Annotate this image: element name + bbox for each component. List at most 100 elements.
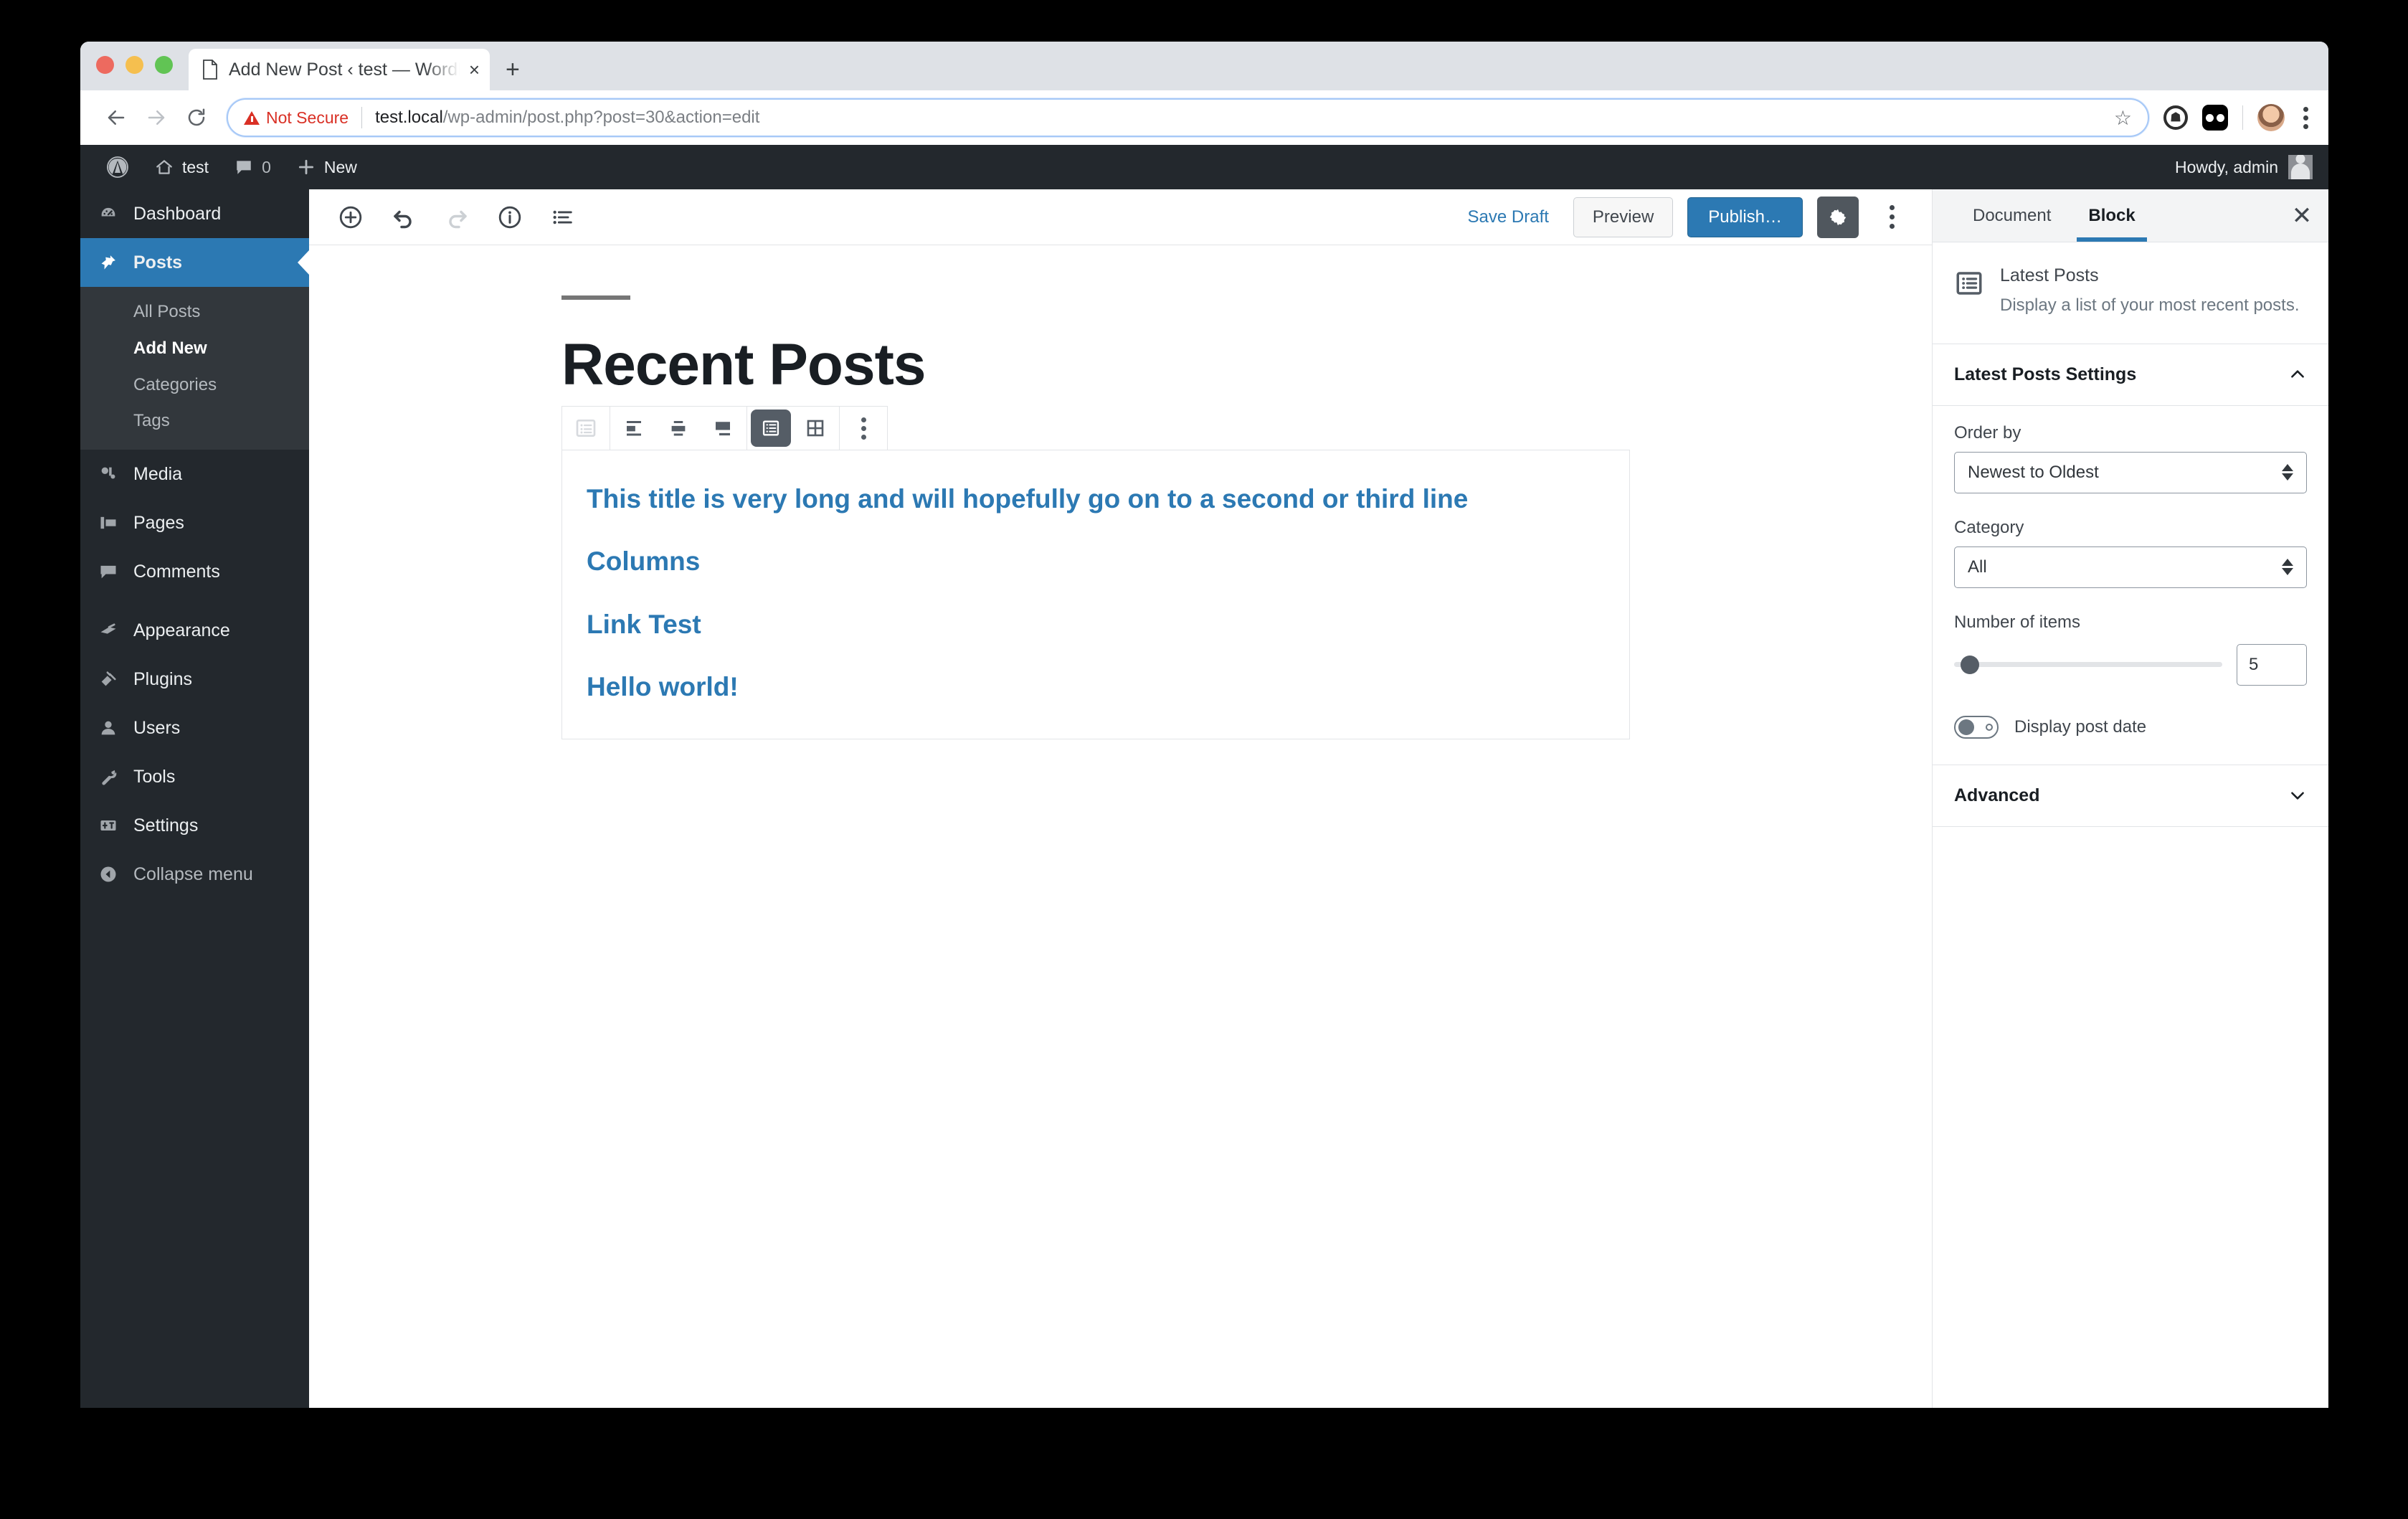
sidebar-item-media[interactable]: Media — [80, 450, 309, 498]
grid-view-icon[interactable] — [793, 407, 838, 450]
tab-block[interactable]: Block — [2070, 189, 2153, 242]
sidebar-item-pages[interactable]: Pages — [80, 498, 309, 547]
sidebar-tabs: Document Block ✕ — [1933, 189, 2328, 242]
align-right-icon[interactable] — [701, 407, 745, 450]
sidebar-item-label: Posts — [133, 252, 183, 273]
tab-document[interactable]: Document — [1954, 189, 2070, 242]
address-bar[interactable]: Not Secure test.local/wp-admin/post.php?… — [227, 98, 2149, 137]
slider-thumb[interactable] — [1961, 655, 1980, 674]
latest-posts-settings-header[interactable]: Latest Posts Settings — [1933, 344, 2328, 406]
sidebar-item-settings[interactable]: Settings — [80, 801, 309, 850]
close-window-button[interactable] — [96, 55, 114, 74]
maximize-window-button[interactable] — [155, 55, 173, 74]
save-draft-button[interactable]: Save Draft — [1458, 207, 1559, 227]
howdy-label: Howdy, admin — [2174, 157, 2278, 176]
bookmark-star-icon[interactable]: ☆ — [2114, 106, 2132, 130]
category-label: Category — [1954, 517, 2024, 537]
block-type-list-icon[interactable] — [564, 407, 608, 450]
category-select[interactable]: All — [1954, 546, 2307, 588]
order-by-label: Order by — [1954, 422, 2021, 443]
adminbar-account[interactable]: Howdy, admin — [2175, 155, 2328, 179]
block-settings-sidebar: Document Block ✕ Latest Posts Display a … — [1932, 189, 2328, 1408]
add-block-icon[interactable] — [328, 194, 374, 240]
sidebar-item-label: Media — [133, 463, 183, 484]
browser-tab-title: Add New Post ‹ test — WordPr — [229, 59, 465, 80]
sidebar-item-tools[interactable]: Tools — [80, 752, 309, 801]
editor-canvas: Recent Posts This title is very long and… — [309, 245, 1932, 1408]
adminbar-comments[interactable]: 0 — [222, 145, 284, 189]
info-icon[interactable] — [487, 194, 533, 240]
list-item[interactable]: Link Test — [587, 607, 1605, 641]
browser-extensions: ☗ — [2158, 104, 2313, 131]
page-title[interactable]: Recent Posts — [561, 333, 1630, 396]
new-label: New — [323, 157, 357, 176]
browser-tab[interactable]: Add New Post ‹ test — WordPr × — [189, 49, 490, 90]
block-more-group — [840, 407, 887, 450]
order-by-select[interactable]: Newest to Oldest — [1954, 451, 2307, 493]
user-icon — [96, 718, 120, 738]
wp-admin-bar: test 0 New Howdy, admin — [80, 145, 2328, 189]
wrench-icon — [96, 767, 120, 787]
omnibox-divider — [361, 107, 363, 128]
close-sidebar-icon[interactable]: ✕ — [2275, 189, 2328, 242]
submenu-item-all-posts[interactable]: All Posts — [80, 294, 309, 331]
list-item[interactable]: Columns — [587, 544, 1605, 578]
password-manager-icon[interactable]: ☗ — [2163, 105, 2188, 130]
back-icon[interactable] — [96, 98, 136, 138]
category-value: All — [1968, 557, 1987, 577]
sidebar-item-appearance[interactable]: Appearance — [80, 606, 309, 655]
minimize-window-button[interactable] — [125, 55, 143, 74]
close-tab-button[interactable]: × — [469, 60, 480, 79]
list-item[interactable]: Hello world! — [587, 670, 1605, 704]
not-secure-indicator[interactable]: Not Secure — [244, 108, 349, 128]
sidebar-item-plugins[interactable]: Plugins — [80, 655, 309, 704]
undo-icon[interactable] — [381, 194, 427, 240]
submenu-item-categories[interactable]: Categories — [80, 367, 309, 404]
preview-button[interactable]: Preview — [1573, 197, 1674, 237]
sidebar-item-collapse-menu[interactable]: Collapse menu — [80, 850, 309, 899]
toggle-knob — [1958, 719, 1974, 735]
sidebar-item-dashboard[interactable]: Dashboard — [80, 189, 309, 238]
chevron-down-icon — [2288, 786, 2307, 805]
sidebar-item-label: Collapse menu — [133, 863, 253, 884]
sidebar-item-comments[interactable]: Comments — [80, 547, 309, 596]
latest-posts-icon — [1954, 268, 1984, 318]
more-options-icon[interactable] — [841, 407, 886, 450]
browser-menu-icon[interactable] — [2299, 106, 2313, 129]
home-icon — [155, 158, 174, 176]
display-post-date-toggle[interactable] — [1954, 715, 1999, 739]
adminbar-site-name[interactable]: test — [142, 145, 222, 189]
align-center-icon[interactable] — [656, 407, 701, 450]
redo-icon[interactable] — [434, 194, 480, 240]
editor-header-actions: Save Draft Preview Publish… — [1458, 196, 1910, 238]
list-item[interactable]: This title is very long and will hopeful… — [587, 482, 1605, 516]
more-menu-icon[interactable] — [1873, 197, 1910, 238]
posts-submenu: All Posts Add New Categories Tags — [80, 287, 309, 450]
gear-icon[interactable] — [1817, 196, 1859, 238]
sidebar-item-posts[interactable]: Posts — [80, 238, 309, 287]
block-navigation-icon[interactable] — [540, 194, 586, 240]
new-tab-button[interactable]: + — [506, 57, 520, 82]
advanced-panel-header[interactable]: Advanced — [1933, 765, 2328, 827]
toolbar-divider — [2242, 105, 2243, 130]
extension-icon[interactable] — [2202, 105, 2228, 131]
window-traffic-lights[interactable] — [96, 42, 173, 90]
settings-icon — [96, 815, 120, 836]
sidebar-item-users[interactable]: Users — [80, 704, 309, 752]
align-left-icon[interactable] — [612, 407, 656, 450]
list-view-icon[interactable] — [751, 410, 791, 448]
publish-button[interactable]: Publish… — [1687, 197, 1803, 237]
reload-icon[interactable] — [176, 98, 217, 138]
latest-posts-block[interactable]: This title is very long and will hopeful… — [561, 450, 1630, 739]
forward-icon[interactable] — [136, 98, 176, 138]
profile-avatar[interactable] — [2257, 104, 2285, 131]
number-of-items-control: 5 — [1954, 643, 2307, 686]
number-of-items-slider[interactable] — [1954, 655, 2222, 674]
adminbar-wp-logo[interactable] — [93, 145, 142, 189]
submenu-item-add-new[interactable]: Add New — [80, 331, 309, 367]
adminbar-new[interactable]: New — [284, 145, 370, 189]
block-view-group — [747, 407, 840, 450]
submenu-item-tags[interactable]: Tags — [80, 403, 309, 440]
admin-body: Dashboard Posts All Posts Add New Catego… — [80, 189, 2328, 1408]
number-of-items-input[interactable]: 5 — [2237, 643, 2307, 686]
